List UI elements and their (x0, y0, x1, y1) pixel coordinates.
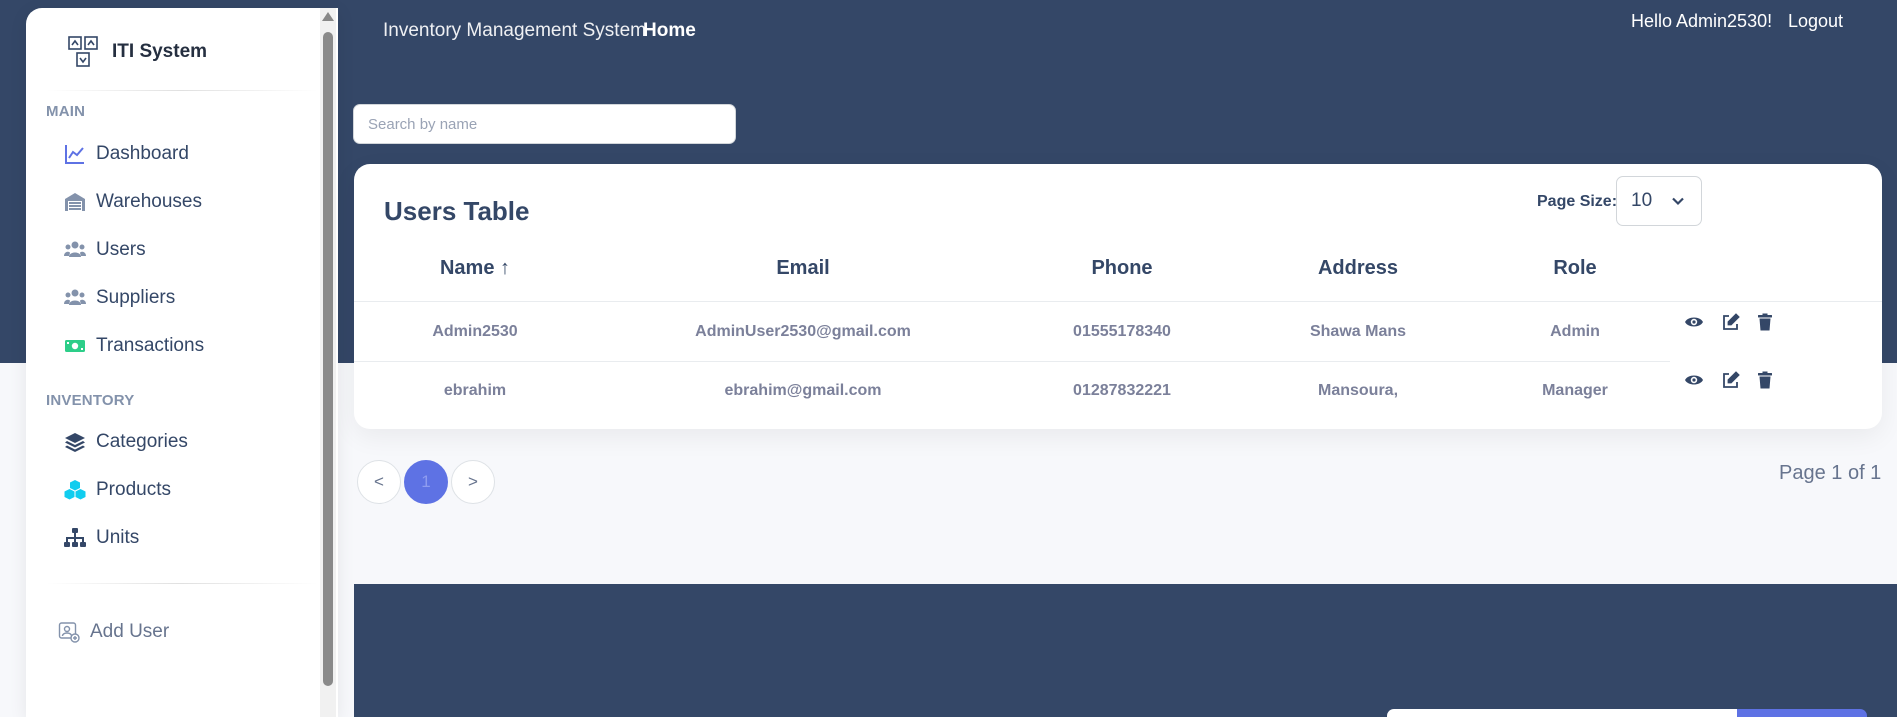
sidebar-item-users[interactable]: Users (64, 239, 146, 261)
page-info: Page 1 of 1 (1779, 462, 1882, 484)
users-icon (64, 289, 86, 305)
cell-email: ebrahim@gmail.com (724, 382, 882, 399)
sidebar-item-transactions[interactable]: Transactions (64, 335, 204, 357)
eye-icon (1685, 317, 1703, 327)
edit-icon (1723, 313, 1740, 330)
cell-role: Admin (1550, 323, 1600, 340)
view-button[interactable] (1684, 370, 1704, 390)
users-table-card: Users Table Page Size: 10 Name ↑ Email P… (354, 164, 1882, 429)
cell-name: ebrahim (443, 382, 507, 399)
sidebar-item-label: Suppliers (96, 287, 176, 308)
footer (354, 584, 1897, 717)
row-divider (354, 361, 1670, 362)
sidebar-item-label: Categories (96, 431, 188, 452)
footer-button[interactable] (1737, 709, 1867, 717)
logout-link[interactable]: Logout (1788, 11, 1843, 32)
sidebar-item-categories[interactable]: Categories (64, 431, 188, 453)
page-size-label: Page Size: (1537, 193, 1618, 210)
sidebar-item-label: Products (96, 479, 171, 500)
header-divider (354, 301, 1882, 302)
divider (46, 90, 318, 91)
cell-phone: 01287832221 (1073, 382, 1171, 399)
brand[interactable]: ITI System (68, 36, 207, 68)
sidebar-item-label: Warehouses (96, 191, 202, 212)
page-size-value: 10 (1631, 190, 1653, 211)
column-header-email[interactable]: Email (776, 257, 829, 280)
users-icon (64, 241, 86, 257)
money-bill-icon (65, 340, 85, 352)
sidebar-item-add-user[interactable]: Add User (58, 621, 169, 643)
sidebar-item-units[interactable]: Units (64, 527, 139, 549)
add-user-icon (58, 622, 80, 643)
column-header-role[interactable]: Role (1553, 257, 1596, 280)
cell-name: Admin2530 (432, 323, 518, 340)
scroll-up-arrow-icon[interactable] (322, 12, 334, 21)
column-header-name[interactable]: Name ↑ (440, 257, 510, 280)
brand-name: ITI System (112, 41, 208, 62)
sidebar-item-label: Units (96, 527, 140, 548)
table-title: Users Table (384, 196, 530, 226)
chart-line-icon (65, 145, 84, 164)
trash-icon (1758, 313, 1772, 331)
next-page-button[interactable]: > (451, 460, 495, 504)
page-1-button[interactable]: 1 (404, 460, 448, 504)
sidebar-item-products[interactable]: Products (64, 479, 171, 501)
sidebar-item-dashboard[interactable]: Dashboard (64, 143, 189, 165)
delete-button[interactable] (1755, 370, 1775, 390)
column-header-phone[interactable]: Phone (1091, 257, 1152, 280)
cell-phone: 01555178340 (1073, 323, 1171, 340)
edit-icon (1723, 371, 1740, 388)
eye-icon (1685, 375, 1703, 385)
sidebar-item-label: Users (96, 239, 146, 260)
boxes-logo-icon (68, 36, 98, 67)
search-input[interactable] (353, 104, 736, 144)
cell-email: AdminUser2530@gmail.com (695, 323, 911, 340)
sidebar-item-label: Add User (90, 621, 170, 642)
cell-role: Manager (1542, 382, 1608, 399)
scrollbar-thumb[interactable] (323, 32, 333, 686)
sidebar-item-suppliers[interactable]: Suppliers (64, 287, 175, 309)
sidebar-item-warehouses[interactable]: Warehouses (64, 191, 202, 213)
view-button[interactable] (1684, 312, 1704, 332)
delete-button[interactable] (1755, 312, 1775, 332)
cubes-icon (64, 480, 86, 500)
trash-icon (1758, 371, 1772, 389)
sidebar-item-label: Dashboard (96, 143, 189, 164)
cell-address: Shawa Mans (1309, 323, 1407, 340)
page-size-select[interactable]: 10 (1616, 176, 1702, 226)
edit-button[interactable] (1721, 312, 1741, 332)
section-title-inventory: INVENTORY (46, 392, 135, 409)
section-title-main: MAIN (46, 103, 86, 120)
sidebar-scrollbar[interactable] (320, 8, 336, 717)
column-header-address[interactable]: Address (1318, 257, 1398, 280)
footer-input[interactable] (1387, 709, 1737, 717)
layers-icon (65, 433, 85, 452)
cell-address: Mansoura, (1317, 382, 1399, 399)
edit-button[interactable] (1721, 370, 1741, 390)
navbar-home-link[interactable]: Home (643, 20, 696, 42)
navbar-greeting: Hello Admin2530! (1631, 11, 1773, 31)
sitemap-icon (64, 528, 86, 547)
navbar-app-title[interactable]: Inventory Management System (383, 20, 646, 42)
sidebar-item-label: Transactions (96, 335, 205, 356)
divider (46, 583, 318, 584)
sidebar: ITI System MAIN Dashboard Warehouses Use… (26, 8, 338, 717)
chevron-down-icon (1672, 197, 1684, 206)
warehouse-icon (65, 193, 85, 211)
prev-page-button[interactable]: < (357, 460, 401, 504)
